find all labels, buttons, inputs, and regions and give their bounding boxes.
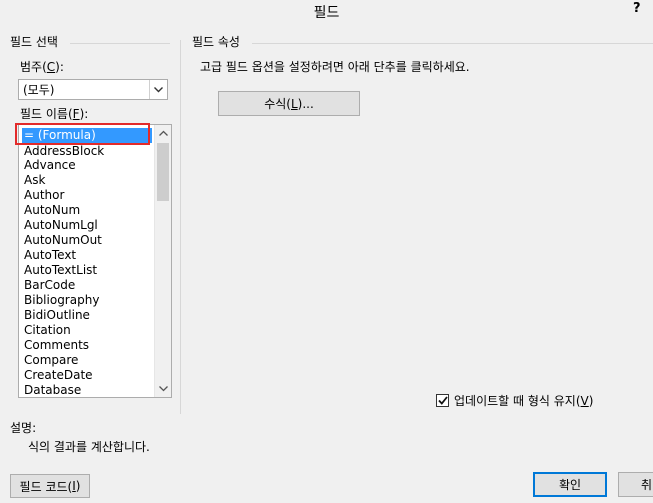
- field-names-listbox[interactable]: = (Formula) AddressBlock Advance Ask Author A…: [18, 124, 172, 398]
- list-item[interactable]: AutoNum: [22, 203, 152, 218]
- preserve-formatting-checkbox[interactable]: [436, 394, 449, 407]
- formula-button[interactable]: 수식(L)...: [218, 91, 360, 116]
- list-item[interactable]: Citation: [22, 323, 152, 338]
- list-item[interactable]: Compare: [22, 353, 152, 368]
- list-item[interactable]: Author: [22, 188, 152, 203]
- list-item[interactable]: AutoNumOut: [22, 233, 152, 248]
- list-item[interactable]: CreateDate: [22, 368, 152, 383]
- list-item[interactable]: Comments: [22, 338, 152, 353]
- field-select-divider: [70, 43, 170, 44]
- list-item[interactable]: Database: [22, 383, 152, 397]
- list-item[interactable]: Ask: [22, 173, 152, 188]
- list-item[interactable]: BidiOutline: [22, 308, 152, 323]
- list-item[interactable]: = (Formula): [22, 128, 152, 143]
- checkmark-icon: [437, 396, 448, 405]
- list-item[interactable]: Bibliography: [22, 293, 152, 308]
- window-title: 필드: [313, 5, 340, 21]
- description-label: 설명:: [10, 421, 37, 435]
- group-separator: [180, 40, 181, 414]
- list-item[interactable]: Advance: [22, 158, 152, 173]
- list-item[interactable]: AutoNumLgl: [22, 218, 152, 233]
- field-codes-button[interactable]: 필드 코드(I): [10, 474, 90, 498]
- list-item[interactable]: AutoTextList: [22, 263, 152, 278]
- field-names-label: 필드 이름(F):: [20, 107, 89, 121]
- field-props-divider: [252, 43, 653, 44]
- field-names-list: = (Formula) AddressBlock Advance Ask Author A…: [19, 125, 153, 397]
- list-scrollbar[interactable]: [154, 125, 171, 397]
- preserve-formatting-label[interactable]: 업데이트할 때 형식 유지(V): [454, 393, 593, 409]
- category-value: (모두): [23, 83, 55, 97]
- description-text: 식의 결과를 계산합니다.: [28, 440, 150, 454]
- list-item[interactable]: BarCode: [22, 278, 152, 293]
- category-combobox[interactable]: (모두): [18, 79, 168, 100]
- field-props-instruction: 고급 필드 옵션을 설정하려면 아래 단추를 클릭하세요.: [200, 60, 470, 74]
- list-item[interactable]: AddressBlock: [22, 144, 152, 159]
- scrollbar-thumb[interactable]: [157, 143, 169, 201]
- field-props-group-title: 필드 속성: [192, 35, 240, 49]
- scroll-down-icon[interactable]: [155, 381, 171, 397]
- cancel-button[interactable]: 취: [618, 472, 653, 497]
- category-label: 범주(C):: [20, 60, 64, 74]
- list-item[interactable]: AutoText: [22, 248, 152, 263]
- chevron-down-icon[interactable]: [149, 80, 167, 99]
- scroll-up-icon[interactable]: [155, 125, 171, 141]
- ok-button[interactable]: 확인: [533, 472, 607, 497]
- field-select-group-title: 필드 선택: [10, 35, 58, 49]
- help-button[interactable]: ?: [633, 0, 641, 22]
